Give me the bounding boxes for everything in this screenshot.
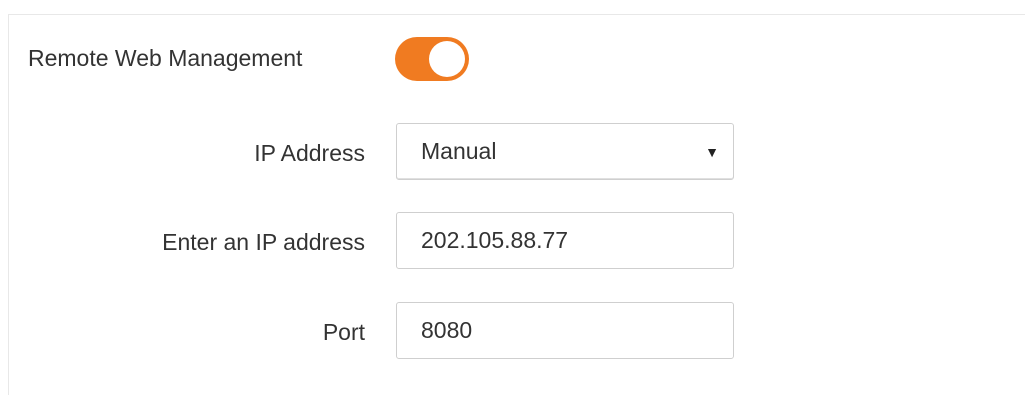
remote-web-management-label: Remote Web Management — [28, 45, 303, 71]
enter-ip-address-label: Enter an IP address — [162, 229, 365, 255]
ip-address-label: IP Address — [254, 140, 365, 166]
ip-address-select[interactable]: Manual ▼ — [396, 123, 734, 180]
port-field-wrapper — [396, 302, 734, 359]
ip-address-field-wrapper — [396, 212, 734, 269]
port-label: Port — [322, 319, 365, 345]
toggle-knob — [429, 41, 465, 77]
chevron-down-icon: ▼ — [705, 143, 719, 160]
ip-address-input[interactable] — [421, 227, 709, 254]
remote-web-management-toggle[interactable] — [395, 37, 469, 81]
ip-address-selected-value: Manual — [421, 138, 497, 164]
port-input[interactable] — [421, 317, 709, 344]
